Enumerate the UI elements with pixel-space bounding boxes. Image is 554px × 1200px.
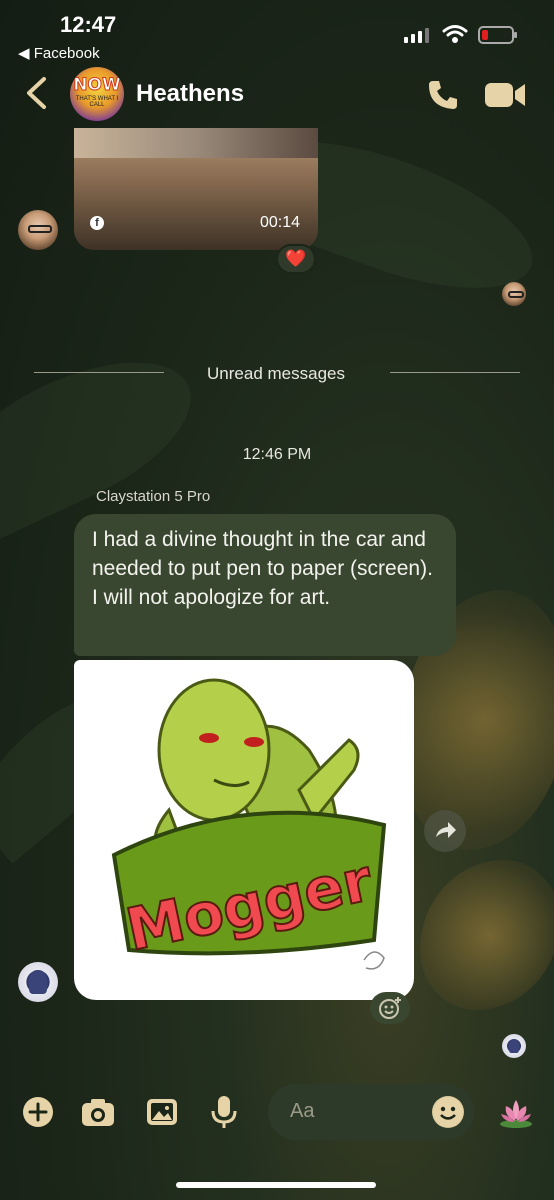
emoji-icon[interactable] [432, 1096, 464, 1128]
phone-call-icon[interactable] [426, 78, 460, 112]
chat-title[interactable]: Heathens [136, 80, 244, 108]
image-message[interactable]: Mogger [74, 660, 414, 1000]
status-bar: 12:47 ◀ Facebook [0, 0, 554, 62]
sender-avatar[interactable] [18, 962, 58, 1002]
background-flower [420, 860, 554, 1010]
sender-name: Claystation 5 Pro [96, 488, 211, 505]
battery-icon [478, 26, 517, 44]
message-composer: Aa [0, 1080, 554, 1150]
add-reaction-button[interactable] [370, 992, 410, 1024]
wifi-icon [442, 25, 468, 43]
forward-arrow-icon [436, 822, 456, 838]
facebook-icon: f [90, 216, 104, 230]
message-timestamp: 12:46 PM [242, 446, 312, 463]
group-avatar[interactable]: NOW THAT'S WHAT I CALL [70, 67, 124, 121]
status-time: 12:47 [60, 12, 117, 37]
divider-line-left [34, 372, 164, 373]
read-receipt-avatar [502, 1034, 526, 1058]
emoji-add-icon [379, 997, 401, 1019]
home-indicator [176, 1182, 376, 1188]
mogger-artwork: Mogger [111, 678, 387, 970]
forward-button[interactable] [424, 810, 466, 852]
unread-messages-label: Unread messages [207, 364, 345, 383]
lotus-quick-reaction-icon[interactable] [498, 1094, 534, 1130]
heart-reaction[interactable]: ❤️ [276, 244, 316, 274]
message-bubble[interactable]: I had a divine thought in the car and ne… [74, 514, 456, 656]
back-arrow-icon[interactable] [24, 76, 50, 110]
video-duration: 00:14 [259, 214, 300, 231]
message-input[interactable]: Aa [268, 1084, 474, 1140]
video-thumbnail [74, 128, 318, 158]
gallery-icon[interactable] [144, 1094, 180, 1130]
microphone-icon[interactable] [206, 1094, 242, 1130]
video-call-icon[interactable] [484, 80, 526, 110]
divider-line-right [390, 372, 520, 373]
read-receipt-avatar [502, 282, 526, 306]
signal-icon [404, 28, 429, 43]
participant-avatar[interactable] [18, 210, 58, 250]
video-message[interactable]: f 00:14 [74, 128, 318, 250]
message-input-placeholder: Aa [290, 1100, 315, 1122]
group-avatar-subtitle: THAT'S WHAT I CALL [75, 96, 119, 108]
plus-icon[interactable] [20, 1094, 56, 1130]
camera-icon[interactable] [80, 1094, 116, 1130]
chat-header: NOW THAT'S WHAT I CALL Heathens [0, 60, 554, 128]
group-avatar-logo: NOW [73, 75, 121, 96]
